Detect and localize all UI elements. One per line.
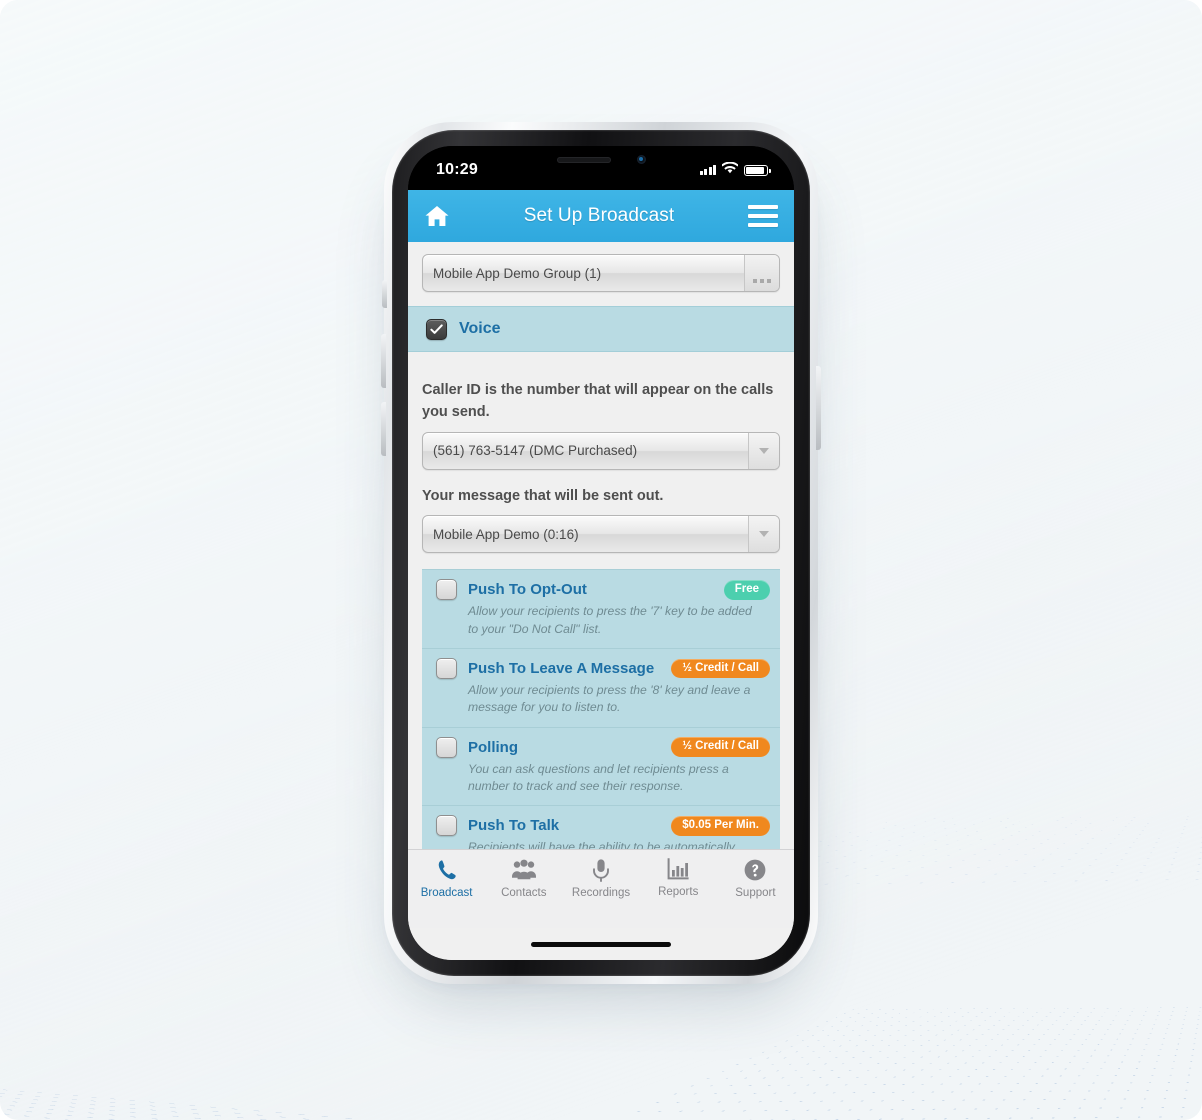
silence-switch[interactable] — [382, 280, 387, 308]
status-badge: ½ Credit / Call — [671, 737, 770, 757]
battery-icon — [744, 164, 771, 176]
option-description: Allow your recipients to press the '8' k… — [468, 682, 751, 715]
earpiece-speaker — [556, 156, 611, 163]
broadcast-options-list: Push To Opt-Out Free Allow your recipien… — [422, 569, 780, 849]
tab-label: Recordings — [571, 887, 631, 899]
people-icon — [511, 858, 537, 882]
phone-screen: 10:29 Set Up Broadcast Mobile App Demo G… — [408, 146, 794, 960]
status-badge: ½ Credit / Call — [671, 658, 770, 679]
checkbox-unchecked-icon[interactable] — [436, 579, 457, 601]
chevron-down-icon[interactable] — [748, 516, 779, 553]
list-item[interactable]: Push To Opt-Out Free Allow your recipien… — [422, 570, 780, 649]
option-header: Push To Opt-Out Free — [436, 579, 770, 601]
app-container: Set Up Broadcast Mobile App Demo Group (… — [408, 190, 794, 960]
option-description: You can ask questions and let recipients… — [468, 761, 729, 793]
background-dot-grid — [465, 1005, 1202, 1120]
background-dash-grid — [0, 1088, 1183, 1120]
group-select-field[interactable]: Mobile App Demo Group (1) — [422, 254, 780, 292]
home-indicator-area — [408, 928, 794, 960]
microphone-icon — [590, 858, 612, 882]
status-badge: $0.05 Per Min. — [671, 815, 770, 836]
option-header: Push To Talk $0.05 Per Min. — [436, 815, 770, 837]
option-header: Push To Leave A Message ½ Credit / Call — [436, 657, 770, 679]
caller-id-select[interactable]: (561) 763-5147 (DMC Purchased) — [422, 431, 780, 470]
form-fields-section: Caller ID is the number that will appear… — [408, 352, 794, 554]
checkbox-unchecked-icon[interactable] — [436, 736, 457, 758]
chevron-down-icon[interactable] — [748, 432, 779, 469]
bottom-tab-bar: Broadcast Contacts Recordings Reports Su… — [408, 849, 794, 928]
status-bar-time: 10:29 — [436, 161, 478, 178]
list-item[interactable]: Push To Talk $0.05 Per Min. Recipients w… — [422, 806, 780, 849]
option-title: Push To Talk — [468, 817, 560, 835]
tab-reports[interactable]: Reports — [640, 858, 717, 898]
option-title: Push To Opt-Out — [468, 581, 587, 599]
list-item[interactable]: Polling ½ Credit / Call You can ask ques… — [422, 727, 780, 807]
caller-id-label: Caller ID is the number that will appear… — [422, 382, 774, 420]
checkbox-checked-icon[interactable] — [426, 318, 447, 340]
message-select[interactable]: Mobile App Demo (0:16) — [422, 515, 780, 554]
option-description: Recipients will have the ability to be a… — [468, 840, 735, 849]
page-title: Set Up Broadcast — [523, 205, 675, 226]
tab-support[interactable]: Support — [717, 858, 794, 899]
tab-recordings[interactable]: Recordings — [562, 858, 639, 899]
phone-icon — [435, 858, 459, 882]
tab-label: Support — [735, 887, 776, 899]
phone-mockup: 10:29 Set Up Broadcast Mobile App Demo G… — [381, 122, 821, 984]
home-icon[interactable] — [424, 204, 450, 228]
checkbox-unchecked-icon[interactable] — [436, 815, 457, 837]
group-select-value: Mobile App Demo Group (1) — [433, 265, 602, 281]
message-value: Mobile App Demo (0:16) — [433, 526, 579, 542]
cellular-signal-icon — [699, 165, 716, 175]
ios-status-bar: 10:29 — [408, 146, 794, 190]
tab-broadcast[interactable]: Broadcast — [408, 858, 485, 899]
option-description: Allow your recipients to press the '7' k… — [468, 604, 752, 636]
ellipsis-icon[interactable] — [744, 255, 779, 291]
tab-label: Reports — [658, 886, 699, 898]
home-indicator[interactable] — [531, 941, 671, 947]
bar-chart-icon — [666, 858, 690, 881]
check-mark-icon — [430, 323, 443, 334]
wifi-icon — [721, 161, 739, 179]
power-button[interactable] — [816, 366, 821, 450]
option-header: Polling ½ Credit / Call — [436, 736, 770, 758]
option-title: Polling — [468, 738, 518, 756]
page-canvas: 10:29 Set Up Broadcast Mobile App Demo G… — [0, 0, 1202, 1120]
voice-channel-row[interactable]: Voice — [408, 306, 794, 352]
volume-up-button[interactable] — [381, 334, 386, 388]
phone-notch — [525, 146, 677, 173]
app-navigation-bar: Set Up Broadcast — [408, 190, 794, 242]
broadcast-form-scroll[interactable]: Mobile App Demo Group (1) Voice Caller I… — [408, 242, 794, 849]
front-camera — [636, 155, 646, 164]
tab-label: Contacts — [501, 887, 547, 899]
option-title: Push To Leave A Message — [468, 659, 655, 677]
message-label: Your message that will be sent out. — [422, 487, 664, 504]
list-item[interactable]: Push To Leave A Message ½ Credit / Call … — [422, 648, 780, 728]
tab-label: Broadcast — [420, 887, 473, 899]
form-top-section: Mobile App Demo Group (1) — [408, 242, 794, 292]
tab-contacts[interactable]: Contacts — [485, 858, 562, 899]
volume-down-button[interactable] — [381, 402, 386, 456]
hamburger-menu-icon[interactable] — [747, 205, 778, 227]
status-bar-indicators — [699, 161, 771, 179]
checkbox-unchecked-icon[interactable] — [436, 657, 457, 679]
question-mark-circle-icon — [743, 858, 767, 882]
voice-label: Voice — [459, 320, 501, 337]
status-badge: Free — [723, 579, 770, 600]
caller-id-value: (561) 763-5147 (DMC Purchased) — [433, 443, 638, 458]
